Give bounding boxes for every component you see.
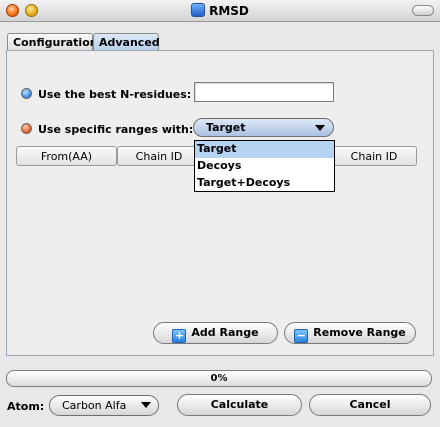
column-header-chain-id-2[interactable]: Chain ID bbox=[331, 146, 417, 166]
plus-icon: + bbox=[172, 329, 187, 343]
column-header-from-aa[interactable]: From(AA) bbox=[16, 146, 117, 166]
cancel-button[interactable]: Cancel bbox=[309, 394, 431, 416]
atom-label: Atom: bbox=[7, 400, 45, 413]
atom-select[interactable]: Carbon Alfa bbox=[49, 395, 159, 416]
chevron-down-icon bbox=[315, 125, 325, 131]
atom-select-value: Carbon Alfa bbox=[62, 399, 127, 412]
window-title-wrap: RMSD bbox=[0, 3, 440, 18]
progress-bar: 0% bbox=[6, 370, 432, 387]
chevron-down-icon bbox=[141, 402, 151, 408]
remove-range-label: Remove Range bbox=[313, 326, 406, 339]
best-n-radio[interactable] bbox=[21, 88, 32, 99]
specific-ranges-label: Use specific ranges with: bbox=[38, 123, 194, 136]
range-target-select[interactable]: Target bbox=[193, 118, 334, 137]
remove-range-button[interactable]: − Remove Range bbox=[284, 322, 416, 344]
add-range-label: Add Range bbox=[191, 326, 259, 339]
dropdown-option-target[interactable]: Target bbox=[195, 141, 334, 158]
window-title: RMSD bbox=[209, 4, 249, 18]
best-n-label: Use the best N-residues: bbox=[38, 88, 192, 101]
dropdown-option-target-decoys[interactable]: Target+Decoys bbox=[195, 175, 334, 192]
progress-label: 0% bbox=[210, 373, 228, 384]
app-icon bbox=[191, 3, 206, 17]
best-n-input[interactable] bbox=[194, 82, 334, 102]
add-range-button[interactable]: + Add Range bbox=[153, 322, 278, 344]
range-target-dropdown: Target Decoys Target+Decoys bbox=[194, 140, 335, 192]
calculate-button[interactable]: Calculate bbox=[177, 394, 302, 416]
toolbar-toggle-button[interactable] bbox=[412, 5, 434, 16]
specific-ranges-radio[interactable] bbox=[21, 123, 32, 134]
title-bar: RMSD bbox=[0, 0, 440, 22]
range-target-select-value: Target bbox=[206, 121, 246, 134]
dropdown-option-decoys[interactable]: Decoys bbox=[195, 158, 334, 175]
column-header-chain-id[interactable]: Chain ID bbox=[117, 146, 201, 166]
minus-icon: − bbox=[294, 329, 309, 343]
